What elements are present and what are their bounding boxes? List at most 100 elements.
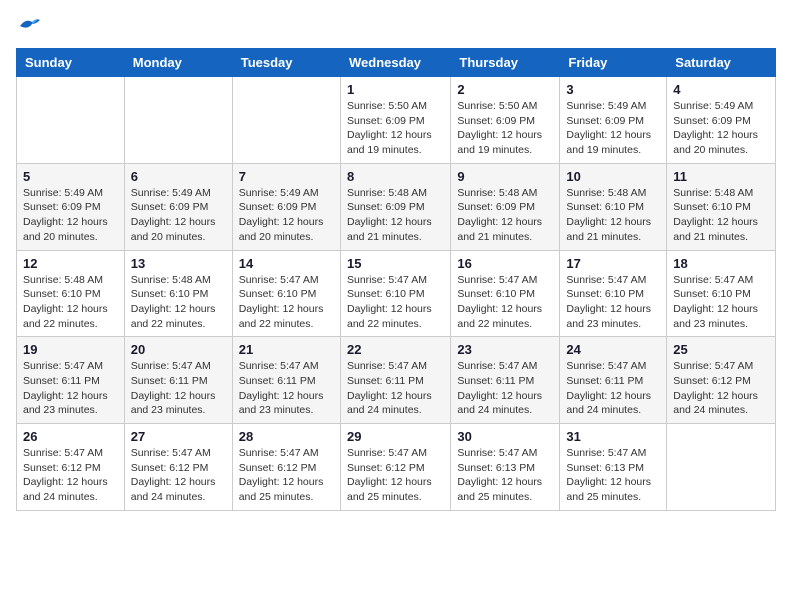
- day-number: 13: [131, 256, 226, 271]
- calendar-cell: 6 Sunrise: 5:49 AM Sunset: 6:09 PM Daylig…: [124, 163, 232, 250]
- weekday-header-friday: Friday: [560, 49, 667, 77]
- calendar-cell: 7Sunrise: 5:49 AM Sunset: 6:09 PM Daylig…: [232, 163, 340, 250]
- day-info: Sunrise: 5:47 AM Sunset: 6:11 PM Dayligh…: [239, 359, 334, 418]
- calendar-cell: 16Sunrise: 5:47 AM Sunset: 6:10 PM Dayli…: [451, 250, 560, 337]
- weekday-header-saturday: Saturday: [667, 49, 776, 77]
- day-number: 9: [457, 169, 553, 184]
- calendar-cell: 28Sunrise: 5:47 AM Sunset: 6:12 PM Dayli…: [232, 424, 340, 511]
- week-row-5: 26 Sunrise: 5:47 AM Sunset: 6:12 PM Dayli…: [17, 424, 776, 511]
- day-number: 24: [566, 342, 660, 357]
- day-info: Sunrise: 5:47 AM Sunset: 6:11 PM Dayligh…: [347, 359, 444, 418]
- day-info: Sunrise: 5:48 AM Sunset: 6:10 PM Dayligh…: [23, 273, 118, 332]
- calendar-cell: 24 Sunrise: 5:47 AM Sunset: 6:11 PM Dayli…: [560, 337, 667, 424]
- day-info: Sunrise: 5:47 AM Sunset: 6:11 PM Dayligh…: [23, 359, 118, 418]
- day-number: 17: [566, 256, 660, 271]
- day-number: 10: [566, 169, 660, 184]
- day-number: 16: [457, 256, 553, 271]
- weekday-header-thursday: Thursday: [451, 49, 560, 77]
- day-info: Sunrise: 5:47 AM Sunset: 6:10 PM Dayligh…: [239, 273, 334, 332]
- day-info: Sunrise: 5:49 AM Sunset: 6:09 PM Dayligh…: [23, 186, 118, 245]
- weekday-header-wednesday: Wednesday: [340, 49, 450, 77]
- calendar-cell: 20 Sunrise: 5:47 AM Sunset: 6:11 PM Dayli…: [124, 337, 232, 424]
- weekday-header-tuesday: Tuesday: [232, 49, 340, 77]
- day-number: 21: [239, 342, 334, 357]
- day-number: 6: [131, 169, 226, 184]
- calendar-cell: 21 Sunrise: 5:47 AM Sunset: 6:11 PM Dayli…: [232, 337, 340, 424]
- calendar-cell: 26 Sunrise: 5:47 AM Sunset: 6:12 PM Dayli…: [17, 424, 125, 511]
- day-number: 30: [457, 429, 553, 444]
- day-number: 27: [131, 429, 226, 444]
- day-info: Sunrise: 5:47 AM Sunset: 6:10 PM Dayligh…: [347, 273, 444, 332]
- calendar-cell: 1 Sunrise: 5:50 AM Sunset: 6:09 PM Daylig…: [340, 77, 450, 164]
- day-number: 11: [673, 169, 769, 184]
- calendar-cell: 29 Sunrise: 5:47 AM Sunset: 6:12 PM Dayli…: [340, 424, 450, 511]
- calendar-cell: 9 Sunrise: 5:48 AM Sunset: 6:09 PM Daylig…: [451, 163, 560, 250]
- day-number: 29: [347, 429, 444, 444]
- day-number: 19: [23, 342, 118, 357]
- calendar-cell: 8 Sunrise: 5:48 AM Sunset: 6:09 PM Daylig…: [340, 163, 450, 250]
- day-info: Sunrise: 5:47 AM Sunset: 6:10 PM Dayligh…: [673, 273, 769, 332]
- day-info: Sunrise: 5:47 AM Sunset: 6:11 PM Dayligh…: [131, 359, 226, 418]
- week-row-3: 12 Sunrise: 5:48 AM Sunset: 6:10 PM Dayli…: [17, 250, 776, 337]
- day-number: 28: [239, 429, 334, 444]
- day-info: Sunrise: 5:47 AM Sunset: 6:12 PM Dayligh…: [673, 359, 769, 418]
- day-info: Sunrise: 5:50 AM Sunset: 6:09 PM Dayligh…: [457, 99, 553, 158]
- calendar-cell: 13 Sunrise: 5:48 AM Sunset: 6:10 PM Dayli…: [124, 250, 232, 337]
- logo-bird-icon: [18, 16, 42, 36]
- calendar-table: SundayMondayTuesdayWednesdayThursdayFrid…: [16, 48, 776, 511]
- day-info: Sunrise: 5:48 AM Sunset: 6:10 PM Dayligh…: [673, 186, 769, 245]
- day-number: 18: [673, 256, 769, 271]
- calendar-cell: [124, 77, 232, 164]
- day-number: 15: [347, 256, 444, 271]
- day-info: Sunrise: 5:47 AM Sunset: 6:10 PM Dayligh…: [566, 273, 660, 332]
- day-info: Sunrise: 5:48 AM Sunset: 6:09 PM Dayligh…: [457, 186, 553, 245]
- weekday-header-sunday: Sunday: [17, 49, 125, 77]
- week-row-1: 1 Sunrise: 5:50 AM Sunset: 6:09 PM Daylig…: [17, 77, 776, 164]
- day-info: Sunrise: 5:48 AM Sunset: 6:10 PM Dayligh…: [131, 273, 226, 332]
- day-info: Sunrise: 5:50 AM Sunset: 6:09 PM Dayligh…: [347, 99, 444, 158]
- calendar-cell: [667, 424, 776, 511]
- day-info: Sunrise: 5:47 AM Sunset: 6:12 PM Dayligh…: [23, 446, 118, 505]
- day-info: Sunrise: 5:47 AM Sunset: 6:12 PM Dayligh…: [131, 446, 226, 505]
- day-info: Sunrise: 5:47 AM Sunset: 6:11 PM Dayligh…: [566, 359, 660, 418]
- day-number: 3: [566, 82, 660, 97]
- calendar-cell: [232, 77, 340, 164]
- day-number: 2: [457, 82, 553, 97]
- calendar-cell: 15 Sunrise: 5:47 AM Sunset: 6:10 PM Dayli…: [340, 250, 450, 337]
- day-number: 14: [239, 256, 334, 271]
- day-info: Sunrise: 5:48 AM Sunset: 6:09 PM Dayligh…: [347, 186, 444, 245]
- calendar-cell: 30 Sunrise: 5:47 AM Sunset: 6:13 PM Dayli…: [451, 424, 560, 511]
- day-info: Sunrise: 5:47 AM Sunset: 6:13 PM Dayligh…: [566, 446, 660, 505]
- weekday-header-monday: Monday: [124, 49, 232, 77]
- day-info: Sunrise: 5:48 AM Sunset: 6:10 PM Dayligh…: [566, 186, 660, 245]
- day-number: 20: [131, 342, 226, 357]
- day-number: 8: [347, 169, 444, 184]
- calendar-cell: 2 Sunrise: 5:50 AM Sunset: 6:09 PM Daylig…: [451, 77, 560, 164]
- calendar-cell: [17, 77, 125, 164]
- day-number: 23: [457, 342, 553, 357]
- calendar-cell: 5 Sunrise: 5:49 AM Sunset: 6:09 PM Daylig…: [17, 163, 125, 250]
- day-number: 12: [23, 256, 118, 271]
- day-number: 5: [23, 169, 118, 184]
- day-number: 1: [347, 82, 444, 97]
- logo: [16, 16, 42, 36]
- day-info: Sunrise: 5:47 AM Sunset: 6:13 PM Dayligh…: [457, 446, 553, 505]
- calendar-cell: 17 Sunrise: 5:47 AM Sunset: 6:10 PM Dayli…: [560, 250, 667, 337]
- day-number: 4: [673, 82, 769, 97]
- page-header: [16, 16, 776, 36]
- calendar-cell: 23Sunrise: 5:47 AM Sunset: 6:11 PM Dayli…: [451, 337, 560, 424]
- day-number: 22: [347, 342, 444, 357]
- calendar-cell: 4 Sunrise: 5:49 AM Sunset: 6:09 PM Daylig…: [667, 77, 776, 164]
- day-number: 25: [673, 342, 769, 357]
- day-info: Sunrise: 5:49 AM Sunset: 6:09 PM Dayligh…: [673, 99, 769, 158]
- day-info: Sunrise: 5:47 AM Sunset: 6:12 PM Dayligh…: [347, 446, 444, 505]
- calendar-cell: 25 Sunrise: 5:47 AM Sunset: 6:12 PM Dayli…: [667, 337, 776, 424]
- calendar-cell: 31Sunrise: 5:47 AM Sunset: 6:13 PM Dayli…: [560, 424, 667, 511]
- day-number: 26: [23, 429, 118, 444]
- day-info: Sunrise: 5:49 AM Sunset: 6:09 PM Dayligh…: [239, 186, 334, 245]
- calendar-cell: 22 Sunrise: 5:47 AM Sunset: 6:11 PM Dayli…: [340, 337, 450, 424]
- week-row-2: 5 Sunrise: 5:49 AM Sunset: 6:09 PM Daylig…: [17, 163, 776, 250]
- calendar-cell: 10 Sunrise: 5:48 AM Sunset: 6:10 PM Dayli…: [560, 163, 667, 250]
- day-info: Sunrise: 5:49 AM Sunset: 6:09 PM Dayligh…: [131, 186, 226, 245]
- calendar-cell: 19 Sunrise: 5:47 AM Sunset: 6:11 PM Dayli…: [17, 337, 125, 424]
